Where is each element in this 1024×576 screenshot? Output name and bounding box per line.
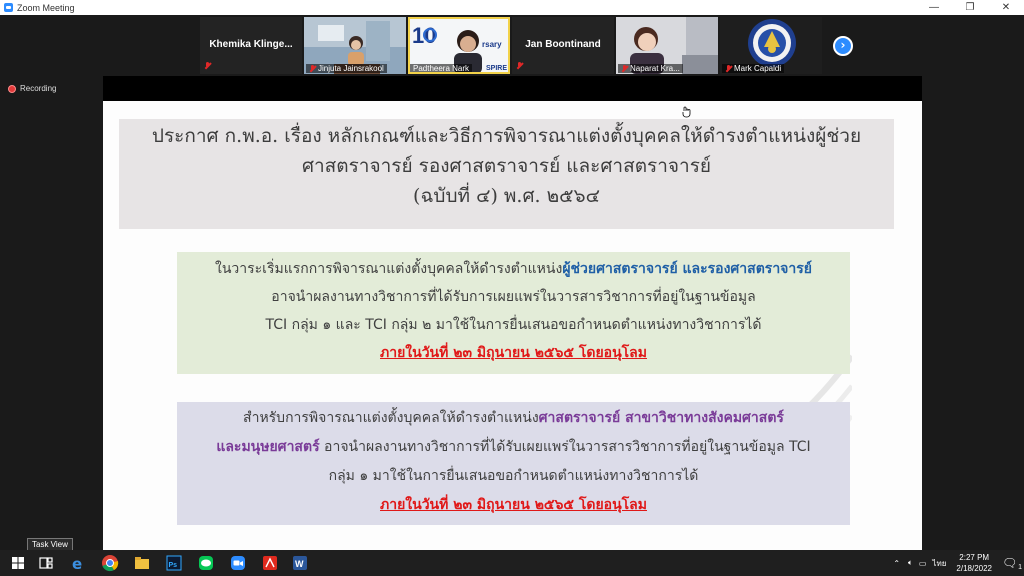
participant-label: Naparat Kra...	[618, 64, 683, 73]
participant-name: Khemika Klinge...	[209, 39, 293, 50]
slide-title-line: (ฉบับที่ ๔) พ.ศ. ๒๕๖๔	[413, 185, 600, 207]
zoom-logo-icon	[4, 3, 13, 12]
participant-label: Jinjuta Jainsrakool	[306, 64, 387, 73]
photoshop-icon[interactable]: Ps	[164, 553, 184, 573]
box-text: อาจนำผลงานทางวิชาการที่ได้รับเผยแพร่ในวา…	[319, 439, 811, 455]
participant-name: Mark Capaldi	[734, 64, 782, 73]
participant-tile[interactable]: Jan Boontinand	[512, 17, 614, 74]
svg-text:e: e	[72, 555, 82, 573]
slide-title-line: ศาสตราจารย์ รองศาสตราจารย์ และศาสตราจารย…	[301, 155, 712, 177]
slide-title: ประกาศ ก.พ.อ. เรื่อง หลักเกณฑ์และวิธีการ…	[119, 119, 894, 229]
participant-gallery: Khemika Klinge... Jinjuta Jainsrakool 10…	[0, 15, 1024, 76]
highlight-positions: และมนุษยศาสตร์	[216, 439, 320, 455]
participant-label: Mark Capaldi	[722, 64, 785, 73]
clock-date: 2/18/2022	[956, 564, 992, 573]
deadline-text: ภายในวันที่ ๒๓ มิถุนายน ๒๕๖๕ โดยอนุโลม	[380, 345, 647, 361]
participant-name: Jan Boontinand	[525, 39, 601, 50]
network-icon[interactable]: ▭	[919, 559, 927, 568]
slide-title-line: ประกาศ ก.พ.อ. เรื่อง หลักเกณฑ์และวิธีการ…	[151, 125, 862, 147]
file-explorer-icon[interactable]	[132, 553, 152, 573]
deadline-text: ภายในวันที่ ๒๓ มิถุนายน ๒๕๖๕ โดยอนุโลม	[380, 497, 647, 513]
deadline-line: ภายในวันที่ ๒๓ มิถุนายน ๒๕๖๕ โดยอนุโลม	[177, 339, 850, 367]
restore-button[interactable]: ❐	[952, 2, 988, 13]
box-line: TCI กลุ่ม ๑ และ TCI กลุ่ม ๒ มาใช้ในการยื…	[265, 317, 762, 333]
participant-name: Naparat Kra...	[630, 64, 680, 73]
muted-mic-icon	[204, 62, 211, 70]
window-controls: — ❐ ✕	[916, 2, 1024, 13]
box-text: ในวาระเริ่มแรกการพิจารณาแต่งตั้งบุคคลให้…	[215, 261, 563, 277]
system-tray: ⌃ 🔈︎ ▭ ไทย 2:27 PM 2/18/2022 🗨︎ 1	[893, 550, 1024, 576]
highlight-positions: ผู้ช่วยศาสตราจารย์ และรองศาสตราจารย์	[562, 261, 812, 277]
participant-tile[interactable]: Mark Capaldi	[720, 17, 822, 74]
participant-name: Jinjuta Jainsrakool	[318, 64, 384, 73]
deadline-line: ภายในวันที่ ๒๓ มิถุนายน ๒๕๖๕ โดยอนุโลม	[177, 491, 850, 520]
show-hidden-icons-icon[interactable]: ⌃	[893, 559, 900, 568]
notification-count: 1	[1018, 564, 1022, 571]
svg-text:W: W	[295, 559, 304, 569]
task-view-icon[interactable]	[36, 553, 56, 573]
box-line: ในวาระเริ่มแรกการพิจารณาแต่งตั้งบุคคลให้…	[177, 255, 850, 283]
shared-screen-toolbar	[103, 76, 922, 101]
muted-mic-icon	[516, 62, 523, 70]
zoom-icon[interactable]	[228, 553, 248, 573]
recording-icon	[8, 84, 16, 93]
muted-mic-icon	[309, 64, 316, 73]
recording-indicator[interactable]: Recording	[8, 84, 56, 93]
notification-center-icon[interactable]: 🗨︎ 1	[1002, 556, 1024, 571]
announcement-box-professor: สำหรับการพิจารณาแต่งตั้งบุคคลให้ดำรงตำแห…	[177, 402, 850, 525]
highlight-positions: ศาสตราจารย์ สาขาวิชาทางสังคมศาสตร์	[538, 410, 784, 426]
box-line: อาจนำผลงานทางวิชาการที่ได้รับการเผยแพร่ใ…	[271, 289, 756, 305]
chrome-icon[interactable]	[100, 553, 120, 573]
title-bar: Zoom Meeting — ❐ ✕	[0, 0, 1024, 15]
volume-icon[interactable]: 🔈︎	[908, 558, 913, 568]
box-text: สำหรับการพิจารณาแต่งตั้งบุคคลให้ดำรงตำแห…	[243, 410, 539, 426]
taskbar: e Ps W	[0, 550, 1024, 576]
acrobat-icon[interactable]	[260, 553, 280, 573]
input-language[interactable]: ไทย	[932, 557, 946, 570]
window-title: Zoom Meeting	[17, 2, 75, 13]
participant-tile[interactable]: Jinjuta Jainsrakool	[304, 17, 406, 74]
muted-mic-icon	[621, 64, 628, 73]
start-icon[interactable]	[8, 553, 28, 573]
participant-tile-active-speaker[interactable]: 10 rsary SPIRE Padtheera Nark	[408, 17, 510, 74]
clock[interactable]: 2:27 PM 2/18/2022	[956, 552, 992, 574]
muted-mic-icon	[725, 64, 732, 73]
close-button[interactable]: ✕	[988, 2, 1024, 13]
shared-screen: ประกาศ ก.พ.อ. เรื่อง หลักเกณฑ์และวิธีการ…	[103, 76, 922, 550]
box-line: กลุ่ม ๑ มาใช้ในการยื่นเสนอขอกำหนดตำแหน่ง…	[328, 468, 699, 484]
box-line: และมนุษยศาสตร์ อาจนำผลงานทางวิชาการที่ได…	[177, 433, 850, 462]
edge-icon[interactable]: e	[68, 553, 88, 573]
active-speaker-border	[408, 17, 510, 74]
announcement-box-associate: ในวาระเริ่มแรกการพิจารณาแต่งตั้งบุคคลให้…	[177, 252, 850, 374]
line-icon[interactable]	[196, 553, 216, 573]
box-line: สำหรับการพิจารณาแต่งตั้งบุคคลให้ดำรงตำแห…	[177, 404, 850, 433]
participant-tile[interactable]: Naparat Kra...	[616, 17, 718, 74]
participant-tile[interactable]: Khemika Klinge...	[200, 17, 302, 74]
recording-label: Recording	[20, 84, 57, 93]
next-page-button[interactable]: ›	[833, 36, 853, 56]
minimize-button[interactable]: —	[916, 2, 952, 13]
hand-cursor-icon	[682, 106, 691, 118]
svg-text:Ps: Ps	[169, 562, 178, 569]
word-icon[interactable]: W	[290, 553, 310, 573]
clock-time: 2:27 PM	[959, 553, 990, 562]
